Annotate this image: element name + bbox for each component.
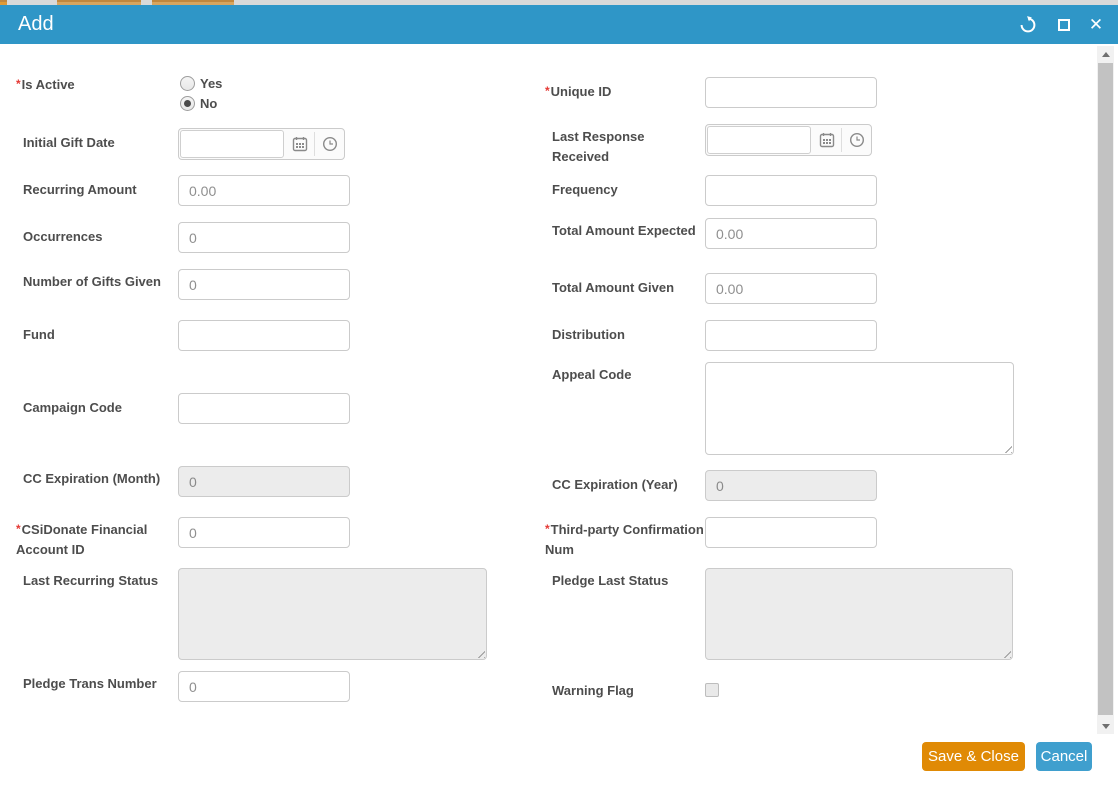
calendar-icon[interactable] [812, 125, 841, 155]
field-label-initial-gift-date: Initial Gift Date [23, 133, 165, 153]
pledge-trans-number-input[interactable] [178, 671, 350, 702]
cancel-button[interactable]: Cancel [1036, 742, 1092, 771]
radio-no[interactable] [180, 96, 195, 111]
field-label-last-response-received: Last Response Received [552, 127, 704, 166]
field-label-cc-expiration-year: CC Expiration (Year) [552, 475, 704, 495]
required-marker: * [545, 522, 550, 536]
field-label-pledge-trans-number: Pledge Trans Number [23, 674, 165, 694]
field-label-pledge-last-status: Pledge Last Status [552, 571, 704, 591]
field-label-cc-expiration-month: CC Expiration (Month) [23, 469, 165, 489]
clock-icon[interactable] [842, 125, 871, 155]
field-label-is-active: *Is Active [16, 75, 165, 95]
field-label-unique-id: *Unique ID [545, 82, 704, 102]
radio-option-no[interactable]: No [180, 96, 217, 111]
close-icon[interactable]: ✕ [1082, 5, 1110, 44]
field-label-total-amount-expected: Total Amount Expected [552, 221, 704, 241]
total-amount-expected-input[interactable] [705, 218, 877, 249]
cc-expiration-year-input [705, 470, 877, 501]
field-label-campaign-code: Campaign Code [23, 398, 165, 418]
field-label-total-amount-given: Total Amount Given [552, 278, 704, 298]
cc-expiration-month-input [178, 466, 350, 497]
field-label-distribution: Distribution [552, 325, 704, 345]
field-label-warning-flag: Warning Flag [552, 681, 704, 701]
add-dialog: Add ✕ *Is Active Yes No Initial Gift Dat… [0, 0, 1118, 789]
unique-id-input[interactable] [705, 77, 877, 108]
initial-gift-date-input[interactable] [180, 130, 284, 158]
field-label-occurrences: Occurrences [23, 227, 165, 247]
pledge-last-status-textarea [705, 568, 1013, 660]
field-label-fund: Fund [23, 325, 165, 345]
last-response-received-field [705, 124, 872, 156]
warning-flag-checkbox[interactable] [705, 683, 719, 697]
total-amount-given-input[interactable] [705, 273, 877, 304]
last-response-received-input[interactable] [707, 126, 811, 154]
radio-yes[interactable] [180, 76, 195, 91]
required-marker: * [16, 77, 21, 91]
scrollbar-down-arrow[interactable] [1097, 718, 1114, 734]
radio-yes-label: Yes [200, 76, 222, 91]
dialog-title: Add [18, 13, 54, 36]
save-and-close-button[interactable]: Save & Close [922, 742, 1025, 771]
initial-gift-date-field [178, 128, 345, 160]
clock-icon[interactable] [315, 129, 344, 159]
appeal-code-textarea[interactable] [705, 362, 1014, 455]
scrollbar-thumb[interactable] [1098, 63, 1113, 715]
field-label-recurring-amount: Recurring Amount [23, 180, 165, 200]
field-label-appeal-code: Appeal Code [552, 365, 704, 385]
field-label-number-of-gifts-given: Number of Gifts Given [23, 272, 165, 292]
field-label-last-recurring-status: Last Recurring Status [23, 571, 165, 591]
field-label-csidonate-financial-account-id: *CSiDonate Financial Account ID [16, 520, 165, 559]
scrollbar-track[interactable] [1097, 46, 1114, 734]
frequency-input[interactable] [705, 175, 877, 206]
campaign-code-input[interactable] [178, 393, 350, 424]
csidonate-financial-account-id-input[interactable] [178, 517, 350, 548]
dialog-titlebar: Add ✕ [0, 5, 1118, 44]
refresh-icon[interactable] [1014, 5, 1042, 44]
field-label-third-party-confirmation-num: *Third-party Confirmation Num [545, 520, 704, 559]
fund-input[interactable] [178, 320, 350, 351]
field-label-frequency: Frequency [552, 180, 704, 200]
scrollbar-up-arrow[interactable] [1097, 46, 1114, 62]
occurrences-input[interactable] [178, 222, 350, 253]
radio-no-label: No [200, 96, 217, 111]
maximize-icon[interactable] [1051, 5, 1077, 44]
last-recurring-status-textarea [178, 568, 487, 660]
recurring-amount-input[interactable] [178, 175, 350, 206]
distribution-input[interactable] [705, 320, 877, 351]
required-marker: * [16, 522, 21, 536]
third-party-confirmation-num-input[interactable] [705, 517, 877, 548]
calendar-icon[interactable] [285, 129, 314, 159]
number-of-gifts-given-input[interactable] [178, 269, 350, 300]
radio-option-yes[interactable]: Yes [180, 76, 222, 91]
required-marker: * [545, 84, 550, 98]
